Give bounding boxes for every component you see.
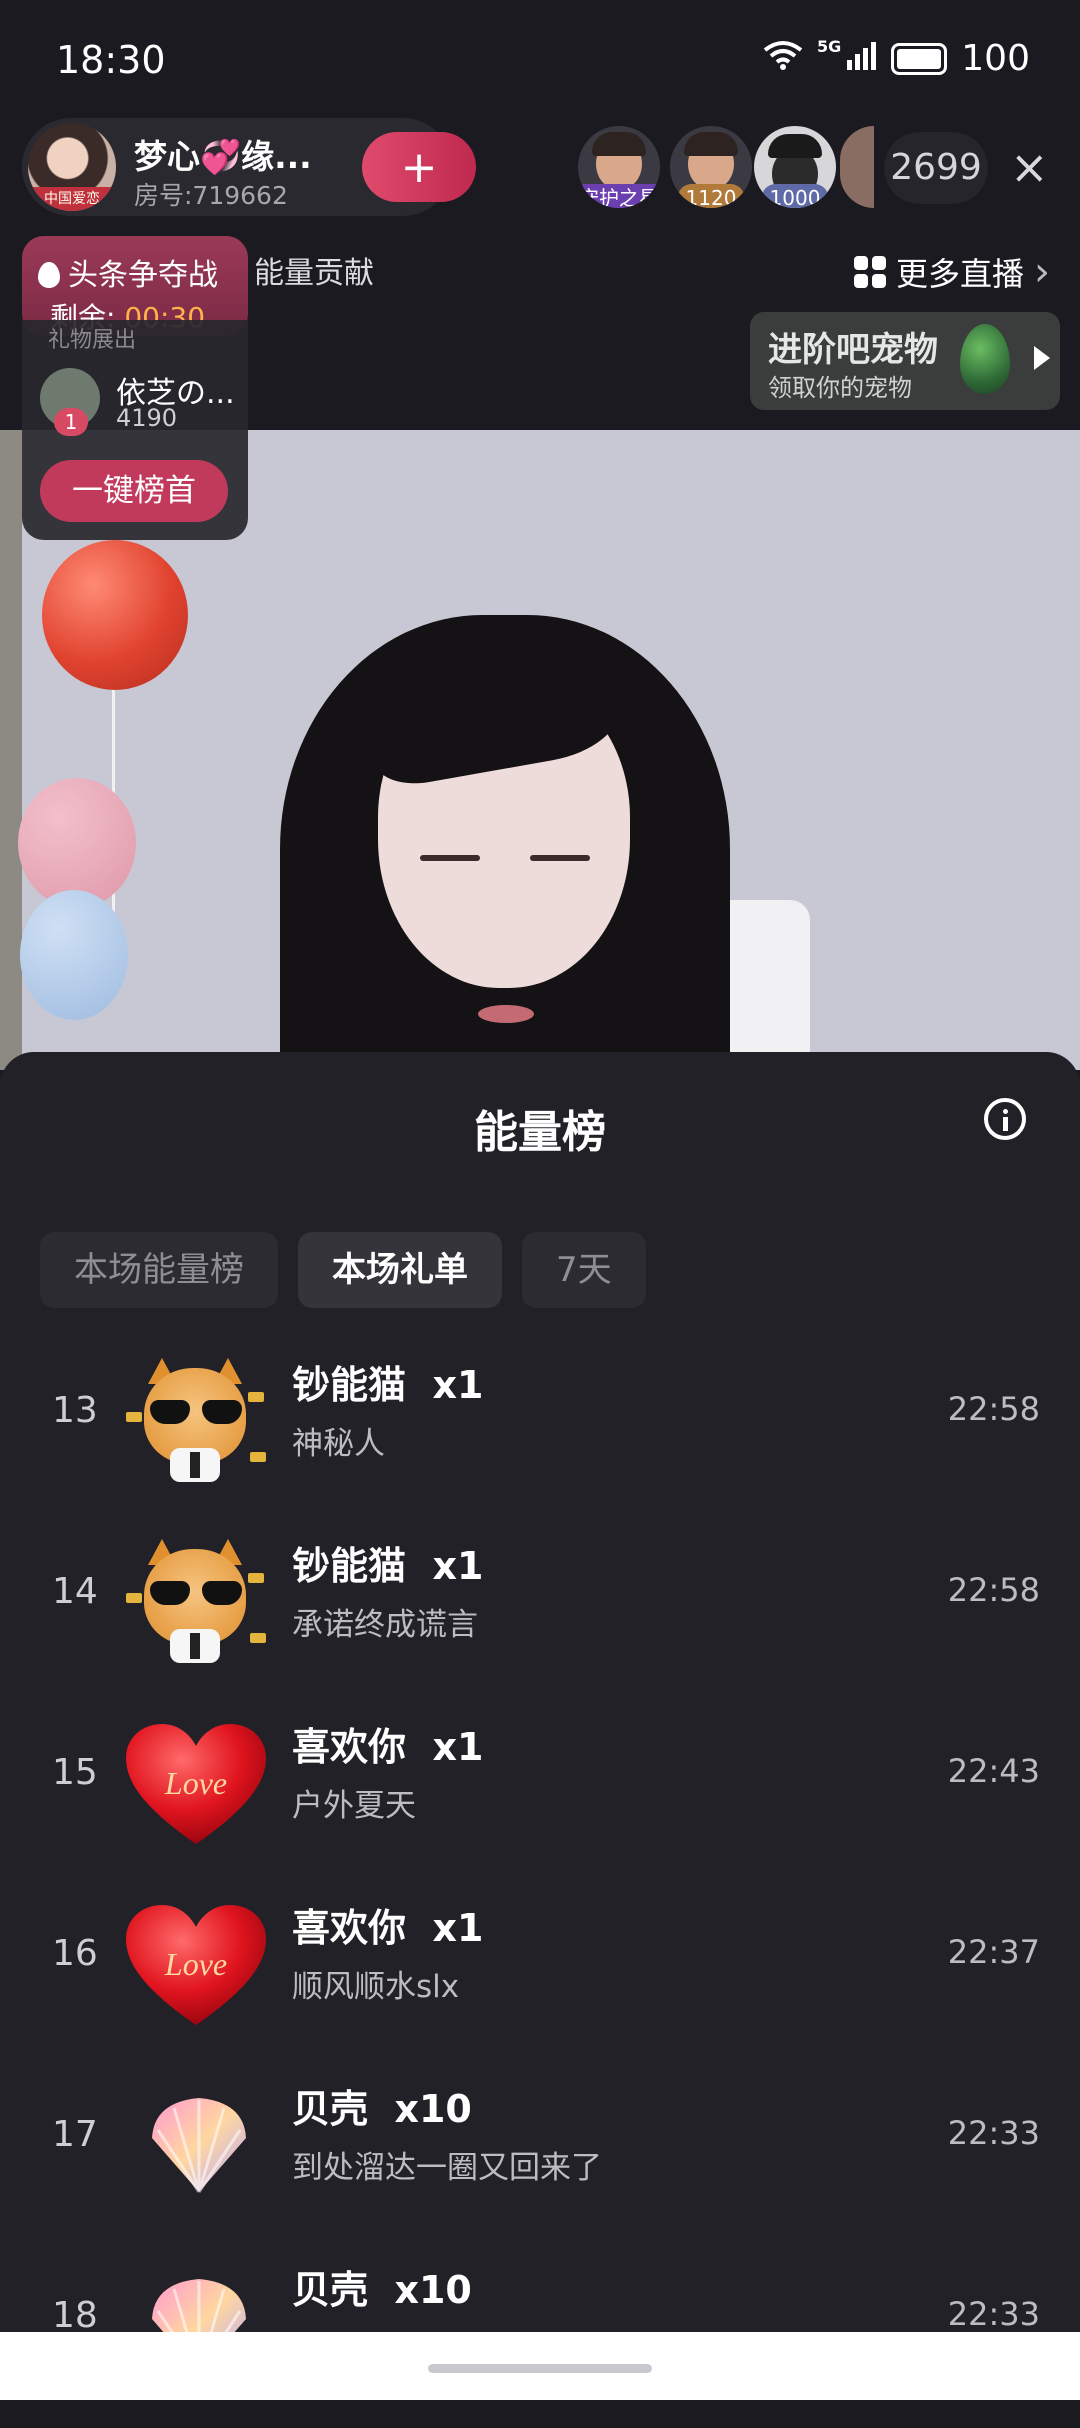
ranking-tabs: 本场能量榜 本场礼单 7天 <box>40 1232 646 1308</box>
rank-number: 15 <box>52 1752 98 1793</box>
gift-name: 钞能猫 x1 <box>292 1544 484 1588</box>
sender-name: 到处溜达一圈又回来了 <box>292 2150 602 2186</box>
pet-egg-icon <box>960 324 1010 394</box>
tab-7-days[interactable]: 7天 <box>522 1232 646 1308</box>
gift-showcase-subtitle: 礼物展出 <box>48 328 137 353</box>
status-time: 18:30 <box>56 38 166 82</box>
tab-session-gift-list[interactable]: 本场礼单 <box>298 1232 502 1308</box>
balloon <box>42 540 188 690</box>
viewer-avatar[interactable]: 1120 <box>670 126 752 208</box>
tab-session-energy[interactable]: 本场能量榜 <box>40 1232 278 1308</box>
list-item[interactable]: 16 Love 喜欢你 x1 顺风顺水slx 22:37 <box>0 1885 1080 2066</box>
battery-level: 100 <box>961 38 1030 79</box>
gift-time: 22:37 <box>947 1933 1040 1971</box>
viewer-count[interactable]: 2699 <box>884 132 988 204</box>
more-live-label: 更多直播 <box>895 255 1024 293</box>
play-arrow-icon <box>1034 346 1050 370</box>
energy-ranking-sheet: 能量榜 本场能量榜 本场礼单 7天 13 钞能猫 x1 神秘人 22:58 14… <box>0 1052 1080 2400</box>
network-type: 5G <box>817 37 842 56</box>
gift-name: 喜欢你 x1 <box>292 1906 484 1950</box>
love-heart-icon: Love <box>118 1714 276 1854</box>
gift-name: 喜欢你 x1 <box>292 1725 484 1769</box>
close-icon[interactable]: × <box>1010 140 1049 194</box>
cat-gift-icon <box>118 1352 276 1492</box>
top-rank-button[interactable]: 一键榜首 <box>40 460 228 522</box>
info-icon[interactable] <box>984 1098 1026 1140</box>
energy-contribution-link[interactable]: 能量贡献 <box>254 248 374 292</box>
viewer-avatar[interactable] <box>840 126 874 208</box>
sender-name: 神秘人 <box>292 1426 385 1462</box>
host-avatar[interactable]: 中国爱恋 <box>28 123 116 211</box>
status-bar: 18:30 5G 100 <box>0 0 1080 120</box>
rank-number: 17 <box>52 2114 98 2155</box>
gift-time: 22:33 <box>947 2295 1040 2333</box>
status-icons: 5G 100 <box>763 37 1030 79</box>
list-item[interactable]: 14 钞能猫 x1 承诺终成谎言 22:58 <box>0 1523 1080 1704</box>
rank-number: 13 <box>52 1390 98 1431</box>
love-text: Love <box>164 1765 227 1801</box>
pet-banner[interactable]: 进阶吧宠物 领取你的宠物 <box>750 312 1060 410</box>
signal-icon <box>847 38 877 79</box>
gift-showcase-value: 4190 <box>116 404 178 432</box>
headline-title: 头条争夺战 <box>38 250 218 294</box>
battery-icon <box>891 42 948 75</box>
rank-number: 16 <box>52 1933 98 1974</box>
chevron-right-icon: › <box>1034 249 1050 295</box>
gift-name: 贝壳 x10 <box>292 2268 472 2312</box>
gift-time: 22:58 <box>947 1390 1040 1428</box>
host-avatar-badge: 中国爱恋 <box>28 187 116 211</box>
room-number: 房号:719662 <box>134 181 288 210</box>
gift-name: 钞能猫 x1 <box>292 1363 484 1407</box>
viewer-avatar[interactable]: 守护之星 <box>578 126 660 208</box>
sender-name: 顺风顺水slx <box>292 1969 460 2005</box>
rank-number: 14 <box>52 1571 98 1612</box>
list-item[interactable]: 17 贝壳 x10 到处溜达一圈又回来了 22:33 <box>0 2066 1080 2247</box>
gift-showcase-card: 礼物展出 1 依芝の... 4190 一键榜首 <box>22 320 248 540</box>
viewer-avatar[interactable]: 1000 <box>754 126 836 208</box>
list-item[interactable]: 15 Love 喜欢你 x1 户外夏天 22:43 <box>0 1704 1080 1885</box>
sender-name: 户外夏天 <box>292 1788 416 1824</box>
home-indicator[interactable] <box>428 2364 652 2373</box>
follow-button[interactable]: + <box>362 132 476 202</box>
gift-name: 贝壳 x10 <box>292 2087 472 2131</box>
love-text: Love <box>164 1946 227 1982</box>
host-info[interactable]: 中国爱恋 梦心💞缘... 房号:719662 + <box>22 118 476 216</box>
rank-number: 18 <box>52 2295 98 2336</box>
cat-gift-icon <box>118 1533 276 1673</box>
top-viewers: 守护之星 1120 1000 <box>578 122 878 214</box>
list-item[interactable]: 13 钞能猫 x1 神秘人 22:58 <box>0 1342 1080 1523</box>
viewer-badge: 守护之星 <box>578 184 660 208</box>
balloon <box>18 778 136 908</box>
balloon <box>20 890 128 1020</box>
drop-icon <box>38 262 60 288</box>
love-heart-icon: Love <box>118 1895 276 2035</box>
sheet-title: 能量榜 <box>474 1107 606 1158</box>
wifi-icon <box>763 38 803 79</box>
rank-badge: 1 <box>54 408 88 436</box>
gift-time: 22:43 <box>947 1752 1040 1790</box>
shell-icon <box>118 2076 276 2216</box>
viewer-badge: 1000 <box>761 184 829 208</box>
pet-banner-title: 进阶吧宠物 <box>768 330 938 370</box>
gift-time: 22:33 <box>947 2114 1040 2152</box>
sender-name: 承诺终成谎言 <box>292 1607 478 1643</box>
host-name: 梦心💞缘... <box>134 137 312 176</box>
pet-banner-subtitle: 领取你的宠物 <box>768 374 912 402</box>
more-live-button[interactable]: 更多直播 › <box>853 240 1050 304</box>
grid-icon <box>853 256 886 288</box>
viewer-badge: 1120 <box>677 184 745 208</box>
gift-time: 22:58 <box>947 1571 1040 1609</box>
